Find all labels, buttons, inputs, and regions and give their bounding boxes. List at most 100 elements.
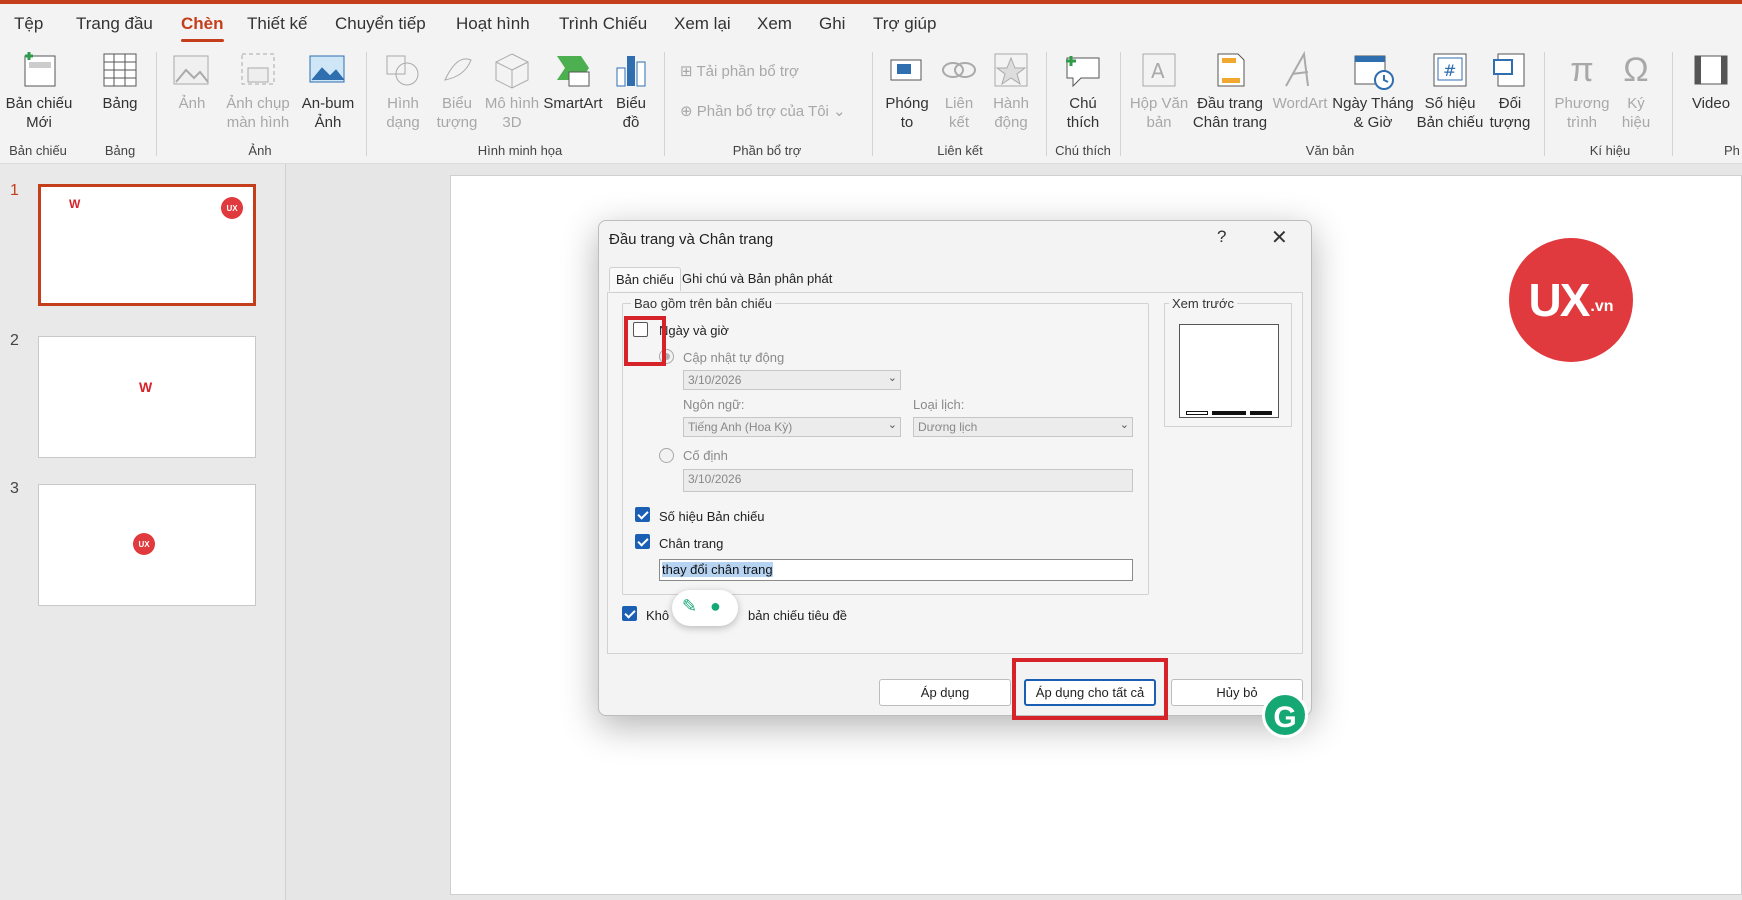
fixed-radio[interactable] <box>659 448 674 463</box>
calendar-icon <box>1351 50 1395 90</box>
ux-logo-mini: UX <box>221 197 243 219</box>
object-label: Đối tượng <box>1489 95 1531 131</box>
date-time-button[interactable]: Ngày Tháng & Giờ <box>1330 50 1416 132</box>
slide-number-checkbox[interactable] <box>635 507 650 522</box>
tab-view[interactable]: Xem <box>757 14 792 34</box>
tab-notes-handouts[interactable]: Ghi chú và Bản phân phát <box>676 267 838 290</box>
video-label: Video <box>1691 95 1731 112</box>
svg-text:#: # <box>1443 61 1456 80</box>
textbox-icon: A <box>1137 50 1181 90</box>
group-label-tables: Bảng <box>104 143 136 158</box>
svg-text:A: A <box>1151 59 1165 83</box>
chevron-down-icon: ⌄ <box>887 372 897 384</box>
shapes-icon <box>381 50 425 90</box>
group-label-links: Liên kết <box>937 143 983 158</box>
object-button[interactable]: Đối tượng <box>1488 50 1532 132</box>
header-footer-dialog: Đầu trang và Chân trang ? ✕ Bản chiếu Gh… <box>598 220 1312 716</box>
tab-review[interactable]: Xem lại <box>674 14 731 34</box>
group-label-media: Ph <box>1724 143 1740 158</box>
slide-number-button[interactable]: # Số hiệu Bản chiếu <box>1416 50 1484 132</box>
textbox-button[interactable]: A Hộp Văn bản <box>1128 50 1190 132</box>
ribbon-separator <box>156 52 157 156</box>
video-button[interactable]: Video <box>1684 50 1738 113</box>
auto-date-select[interactable]: 3/10/2026 ⌄ <box>683 370 901 390</box>
chevron-down-icon: ⌄ <box>887 419 897 431</box>
grammarly-suggestion-bubble[interactable]: ✎ ● <box>672 590 738 626</box>
tab-help[interactable]: Trợ giúp <box>873 14 936 34</box>
tab-slide[interactable]: Bản chiếu <box>609 267 681 291</box>
zoom-button[interactable]: Phóng to <box>882 50 932 132</box>
group-label-images: Ảnh <box>248 143 272 158</box>
ribbon-separator <box>1120 52 1121 156</box>
group-label-slides: Bản chiếu <box>9 143 67 158</box>
slide-thumbnail-3[interactable]: UX <box>38 484 256 606</box>
grammarly-logo-button[interactable]: G <box>1262 692 1308 738</box>
shapes-button[interactable]: Hình dạng <box>378 50 428 132</box>
chart-button[interactable]: Biểu đồ <box>608 50 654 132</box>
photo-album-icon <box>306 50 350 90</box>
header-footer-icon <box>1208 50 1252 90</box>
preview-number-placeholder <box>1250 411 1272 415</box>
slide-thumbnail-pane: 1 W UX 2 W 3 UX <box>0 164 286 900</box>
ribbon-separator <box>1672 52 1673 156</box>
smartart-button[interactable]: SmartArt <box>542 50 604 113</box>
ux-logo: UX .vn <box>1509 238 1633 362</box>
symbol-button[interactable]: Ω Ký hiệu <box>1614 50 1658 132</box>
equation-button[interactable]: π Phương trình <box>1554 50 1610 132</box>
calendar-type-select[interactable]: Dương lịch ⌄ <box>913 417 1133 437</box>
auto-update-label: Cập nhật tự động <box>683 350 785 365</box>
footer-text-input[interactable]: thay đổi chân trang <box>659 559 1133 581</box>
tab-animations[interactable]: Hoạt hình <box>456 14 530 34</box>
calendar-type-label: Loại lịch: <box>913 397 965 412</box>
link-label: Liên kết <box>944 95 974 131</box>
header-footer-button[interactable]: Đầu trang Chân trang <box>1192 50 1268 132</box>
slide-thumbnail-1[interactable]: W UX <box>38 184 256 306</box>
screenshot-label: Ảnh chụp màn hình <box>226 95 290 131</box>
header-footer-label: Đầu trang Chân trang <box>1192 95 1268 131</box>
tab-design[interactable]: Thiết kế <box>247 14 307 34</box>
ribbon: Bản chiếu Mới Bảng Ảnh Ảnh chụp màn hình… <box>0 46 1742 164</box>
link-button[interactable]: Liên kết <box>936 50 982 132</box>
cube-icon <box>490 50 534 90</box>
photo-album-label: An-bum Ảnh <box>301 95 355 131</box>
addins-icon: ⊕ <box>680 103 697 120</box>
tab-record[interactable]: Ghi <box>819 14 845 34</box>
my-addins-button[interactable]: ⊕ Phần bổ trợ của Tôi ⌄ <box>680 102 846 120</box>
tab-insert[interactable]: Chèn <box>181 14 224 42</box>
picture-button[interactable]: Ảnh <box>170 50 214 113</box>
action-label: Hành động <box>993 95 1029 131</box>
wordart-button[interactable]: WordArt <box>1270 50 1330 113</box>
dont-show-title-slide-checkbox[interactable] <box>622 606 637 621</box>
3d-models-button[interactable]: Mô hình 3D <box>484 50 540 132</box>
help-button[interactable]: ? <box>1217 227 1226 247</box>
icons-button[interactable]: Biểu tượng <box>432 50 482 132</box>
screenshot-button[interactable]: Ảnh chụp màn hình <box>222 50 294 132</box>
wordart-label: WordArt <box>1272 95 1328 112</box>
tab-file[interactable]: Tệp <box>14 14 43 34</box>
get-addins-button[interactable]: ⊞ Tải phần bổ trợ <box>680 62 799 80</box>
close-button[interactable]: ✕ <box>1271 225 1288 250</box>
tab-slideshow[interactable]: Trình Chiếu <box>559 14 647 34</box>
pencil-sparkle-icon[interactable]: ✎ <box>682 596 697 617</box>
tab-home[interactable]: Trang đầu <box>76 14 153 34</box>
ribbon-separator <box>1046 52 1047 156</box>
video-icon <box>1689 50 1733 90</box>
new-slide-icon <box>17 50 61 90</box>
footer-label: Chân trang <box>659 536 724 551</box>
slide-number-1: 1 <box>10 182 19 199</box>
language-select[interactable]: Tiếng Anh (Hoa Kỳ) ⌄ <box>683 417 901 437</box>
tab-transitions[interactable]: Chuyển tiếp <box>335 14 426 34</box>
table-button[interactable]: Bảng <box>92 50 148 113</box>
apply-button[interactable]: Áp dụng <box>879 679 1011 706</box>
action-button[interactable]: Hành động <box>986 50 1036 132</box>
footer-checkbox[interactable] <box>635 534 650 549</box>
comment-button[interactable]: Chú thích <box>1056 50 1110 132</box>
store-icon: ⊞ <box>680 63 697 80</box>
slide-number-2: 2 <box>10 332 19 349</box>
slide-thumbnail-2[interactable]: W <box>38 336 256 458</box>
lightbulb-icon[interactable]: ● <box>710 596 721 617</box>
group-label-addins: Phần bổ trợ <box>732 143 802 158</box>
new-slide-button[interactable]: Bản chiếu Mới <box>4 50 74 132</box>
fixed-date-input[interactable]: 3/10/2026 <box>683 469 1133 492</box>
photo-album-button[interactable]: An-bum Ảnh <box>298 50 358 132</box>
